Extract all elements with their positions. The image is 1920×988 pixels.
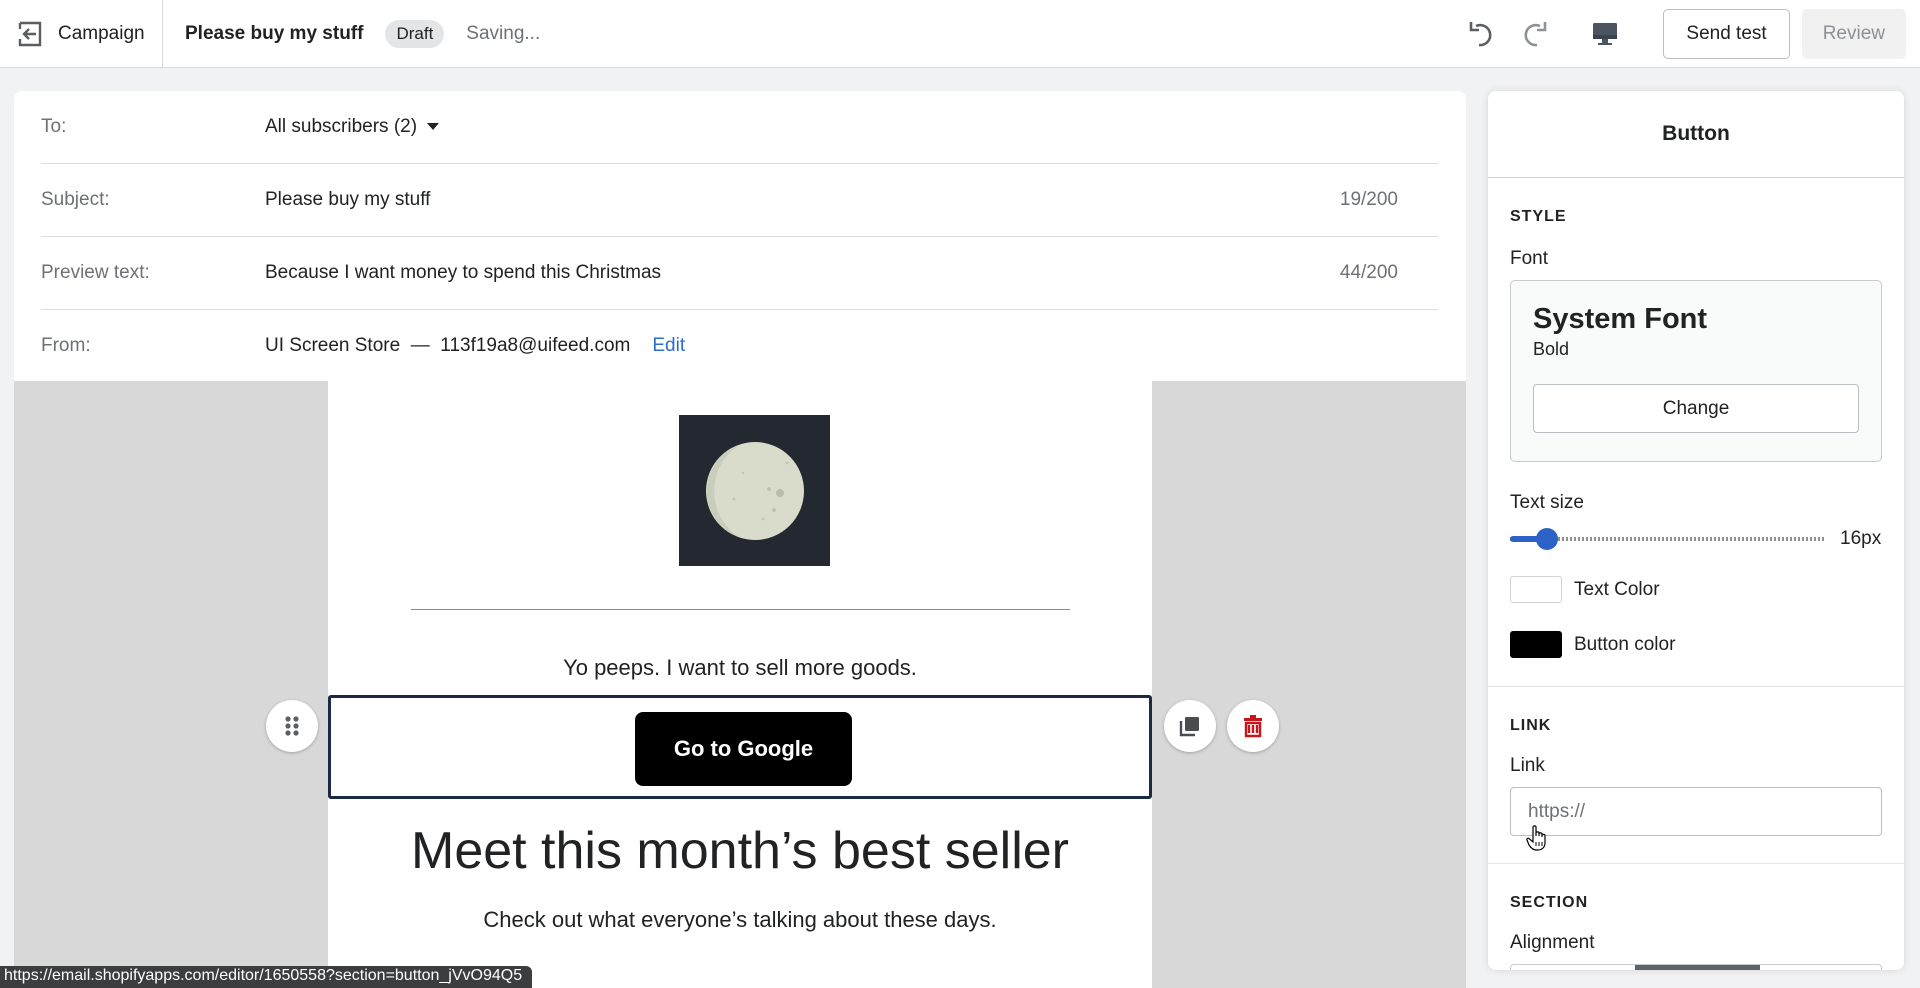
- headline[interactable]: Meet this month’s best seller: [328, 821, 1152, 881]
- caret-down-icon: [427, 123, 440, 131]
- button-settings-panel: Button STYLE Font System Font Bold Chang…: [1488, 91, 1904, 970]
- button-color-label: Button color: [1574, 633, 1676, 655]
- alignment-label: Alignment: [1510, 932, 1595, 953]
- align-left-option[interactable]: [1511, 965, 1636, 970]
- subject-char-count: 19/200: [1339, 189, 1398, 210]
- text-color-label: Text Color: [1574, 578, 1660, 600]
- style-heading: STYLE: [1510, 208, 1567, 225]
- link-section: LINK Link https://: [1488, 687, 1904, 864]
- drag-handle-button[interactable]: [266, 700, 318, 752]
- hand-cursor-icon: [1526, 825, 1546, 851]
- edit-sender-link[interactable]: Edit: [652, 335, 685, 357]
- align-right-option[interactable]: [1760, 965, 1881, 970]
- intro-paragraph[interactable]: Yo peeps. I want to sell more goods.: [328, 655, 1152, 681]
- redo-icon: [1524, 22, 1547, 47]
- button-color-swatch[interactable]: [1510, 631, 1562, 658]
- moon-image[interactable]: [679, 415, 830, 566]
- link-input[interactable]: https://: [1510, 787, 1882, 836]
- to-label: To:: [41, 116, 67, 137]
- subject-row: Subject: Please buy my stuff 19/200: [41, 164, 1438, 237]
- undo-button[interactable]: [1463, 14, 1503, 54]
- subject-input[interactable]: Please buy my stuff: [265, 189, 430, 211]
- to-row: To: All subscribers (2): [41, 91, 1438, 164]
- undo-icon: [1470, 22, 1492, 47]
- preview-text-char-count: 44/200: [1339, 262, 1398, 283]
- font-label: Font: [1510, 248, 1549, 269]
- subject-label: Subject:: [41, 189, 110, 210]
- text-size-label: Text size: [1510, 492, 1584, 513]
- subheadline[interactable]: Check out what everyone’s talking about …: [328, 907, 1152, 933]
- preview-text-label: Preview text:: [41, 262, 150, 283]
- slider-thumb[interactable]: [1536, 528, 1559, 550]
- font-name: System Font: [1533, 303, 1708, 335]
- duplicate-icon: [1179, 717, 1199, 737]
- send-test-button[interactable]: Send test: [1663, 9, 1790, 59]
- duplicate-block-button[interactable]: [1164, 700, 1216, 752]
- email-editor: To: All subscribers (2) Subject: Please …: [14, 91, 1466, 988]
- save-status: Saving...: [466, 22, 541, 44]
- email-canvas: Yo peeps. I want to sell more goods. Go …: [14, 381, 1466, 988]
- from-value: UI Screen Store — 113f19a8@uifeed.com: [265, 334, 631, 356]
- preview-text-row: Preview text: Because I want money to sp…: [41, 237, 1438, 310]
- font-weight: Bold: [1533, 339, 1570, 359]
- selected-button-block[interactable]: Go to Google: [328, 695, 1152, 799]
- link-label: Link: [1510, 755, 1545, 776]
- desktop-preview-button[interactable]: [1585, 14, 1625, 54]
- style-section: STYLE Font System Font Bold Change Text …: [1488, 178, 1904, 687]
- font-card: System Font Bold Change: [1510, 280, 1882, 462]
- section-settings: SECTION Alignment: [1488, 864, 1904, 970]
- panel-title: Button: [1488, 91, 1904, 178]
- change-font-button[interactable]: Change: [1533, 384, 1859, 433]
- recipients-dropdown[interactable]: All subscribers (2): [265, 116, 440, 138]
- status-badge: Draft: [385, 19, 445, 48]
- review-button: Review: [1801, 9, 1906, 59]
- recipients-value: All subscribers (2): [265, 116, 418, 137]
- from-label: From:: [41, 334, 91, 356]
- delete-block-button[interactable]: [1227, 700, 1279, 752]
- drag-handle-icon: [285, 716, 299, 736]
- back-label: Campaign: [58, 22, 145, 44]
- preview-text-input[interactable]: Because I want money to spend this Chris…: [265, 262, 661, 284]
- redo-button[interactable]: [1513, 14, 1553, 54]
- section-heading: SECTION: [1510, 894, 1589, 911]
- desktop-preview-icon: [1593, 23, 1618, 45]
- moon-icon: [706, 442, 804, 540]
- align-center-option[interactable]: [1635, 965, 1760, 970]
- divider: [411, 609, 1070, 610]
- text-color-swatch[interactable]: [1510, 576, 1562, 603]
- button-color-picker[interactable]: Button color: [1510, 631, 1882, 658]
- text-size-control: 16px: [1510, 526, 1882, 552]
- text-size-value: 16px: [1840, 528, 1882, 549]
- trash-icon: [1244, 715, 1262, 738]
- alignment-segmented-control: [1510, 964, 1882, 970]
- text-color-picker[interactable]: Text Color: [1510, 576, 1882, 603]
- campaign-title: Please buy my stuff: [185, 22, 364, 44]
- go-to-google-button[interactable]: Go to Google: [635, 712, 852, 786]
- campaign-meta: To: All subscribers (2) Subject: Please …: [14, 91, 1466, 381]
- link-status-bar: https://email.shopifyapps.com/editor/165…: [0, 966, 533, 988]
- link-heading: LINK: [1510, 717, 1552, 734]
- from-row: From: UI Screen Store — 113f19a8@uifeed.…: [41, 310, 1438, 381]
- text-size-slider[interactable]: [1510, 526, 1826, 552]
- top-bar: Campaign Please buy my stuff Draft Savin…: [0, 0, 1920, 68]
- exit-arrow-icon: [18, 21, 42, 46]
- email-body: Yo peeps. I want to sell more goods. Go …: [328, 381, 1152, 988]
- back-to-campaign-button[interactable]: Campaign: [0, 0, 163, 68]
